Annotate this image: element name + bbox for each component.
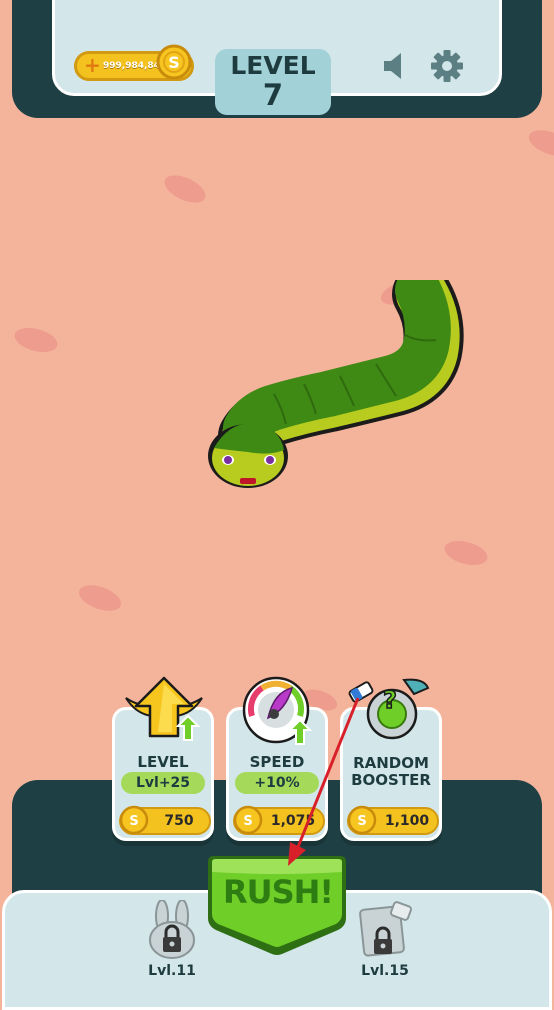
coin-icon: S bbox=[233, 805, 263, 835]
level-number: 7 bbox=[262, 78, 284, 112]
svg-text:?: ? bbox=[383, 686, 397, 714]
svg-text:S: S bbox=[129, 814, 138, 829]
locked-item-level: Lvl.15 bbox=[361, 963, 409, 979]
coin-icon: S bbox=[156, 44, 192, 80]
coin-icon: S bbox=[119, 805, 149, 835]
booster-title: LEVEL bbox=[137, 753, 189, 771]
coin-balance-value: 999,984,845 bbox=[103, 61, 167, 71]
gear-icon[interactable] bbox=[430, 49, 464, 83]
winged-arrow-icon bbox=[125, 676, 203, 741]
speaker-icon[interactable] bbox=[380, 50, 410, 82]
booster-price-button[interactable]: S 750 bbox=[119, 805, 211, 835]
booster-price: 1,100 bbox=[384, 813, 430, 829]
rush-button-label: RUSH! bbox=[222, 873, 334, 911]
pointer-arrow bbox=[288, 697, 360, 866]
svg-text:S: S bbox=[243, 814, 252, 829]
snake-player bbox=[208, 280, 464, 488]
booster-price: 750 bbox=[164, 813, 194, 829]
locked-item-level: Lvl.11 bbox=[148, 963, 196, 979]
locked-bunny-skin-icon[interactable] bbox=[145, 900, 199, 960]
booster-subtitle: Lvl+25 bbox=[121, 772, 205, 794]
add-coins-icon[interactable]: + bbox=[84, 54, 102, 76]
svg-text:S: S bbox=[168, 53, 180, 72]
level-label: LEVEL bbox=[230, 51, 316, 80]
locked-item-icon[interactable] bbox=[356, 900, 416, 960]
